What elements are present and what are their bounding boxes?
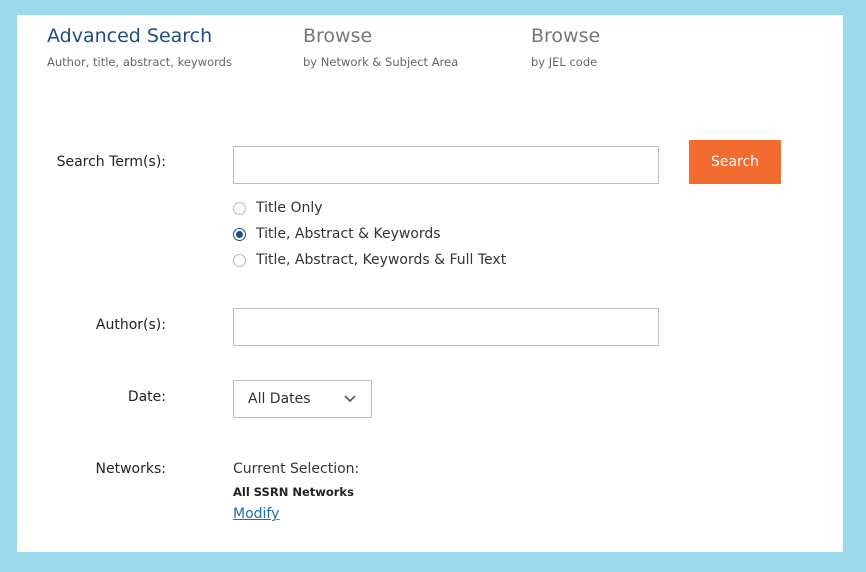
radio-button[interactable] — [233, 201, 246, 215]
modify-link[interactable]: Modify — [233, 506, 279, 522]
scope-option-title-only[interactable]: Title Only — [233, 200, 323, 216]
date-label: Date: — [127, 389, 166, 405]
networks-label: Networks: — [95, 461, 166, 477]
search-button[interactable]: Search — [689, 140, 781, 184]
tab-browse-network[interactable]: Browse by Network & Subject Area — [303, 25, 458, 69]
radio-button[interactable] — [233, 253, 246, 267]
radio-button[interactable] — [233, 227, 246, 241]
current-selection-label: Current Selection: — [233, 461, 360, 477]
radio-label: Title, Abstract & Keywords — [256, 226, 441, 242]
tab-title: Browse — [303, 25, 373, 47]
radio-label: Title, Abstract, Keywords & Full Text — [256, 252, 507, 268]
search-term-input[interactable] — [233, 146, 659, 184]
date-select[interactable]: All Dates — [233, 380, 372, 418]
tab-subtitle: Author, title, abstract, keywords — [47, 55, 232, 69]
author-label: Author(s): — [95, 317, 166, 333]
scope-option-full-text[interactable]: Title, Abstract, Keywords & Full Text — [233, 252, 506, 268]
tab-advanced-search[interactable]: Advanced Search Author, title, abstract,… — [47, 25, 232, 69]
tab-subtitle: by Network & Subject Area — [303, 55, 459, 69]
scope-option-title-abstract-keywords[interactable]: Title, Abstract & Keywords — [233, 226, 441, 242]
author-input[interactable] — [233, 308, 659, 346]
search-term-label: Search Term(s): — [56, 154, 166, 170]
advanced-search-panel: Advanced Search Author, title, abstract,… — [17, 15, 843, 552]
date-select-value: All Dates — [248, 391, 311, 407]
tab-title: Browse — [531, 25, 601, 47]
tab-title: Advanced Search — [47, 25, 213, 47]
radio-label: Title Only — [256, 200, 323, 216]
chevron-down-icon — [344, 395, 356, 403]
tab-browse-jel[interactable]: Browse by JEL code — [531, 25, 600, 69]
tab-subtitle: by JEL code — [531, 55, 598, 69]
current-selection-value: All SSRN Networks — [233, 485, 354, 499]
